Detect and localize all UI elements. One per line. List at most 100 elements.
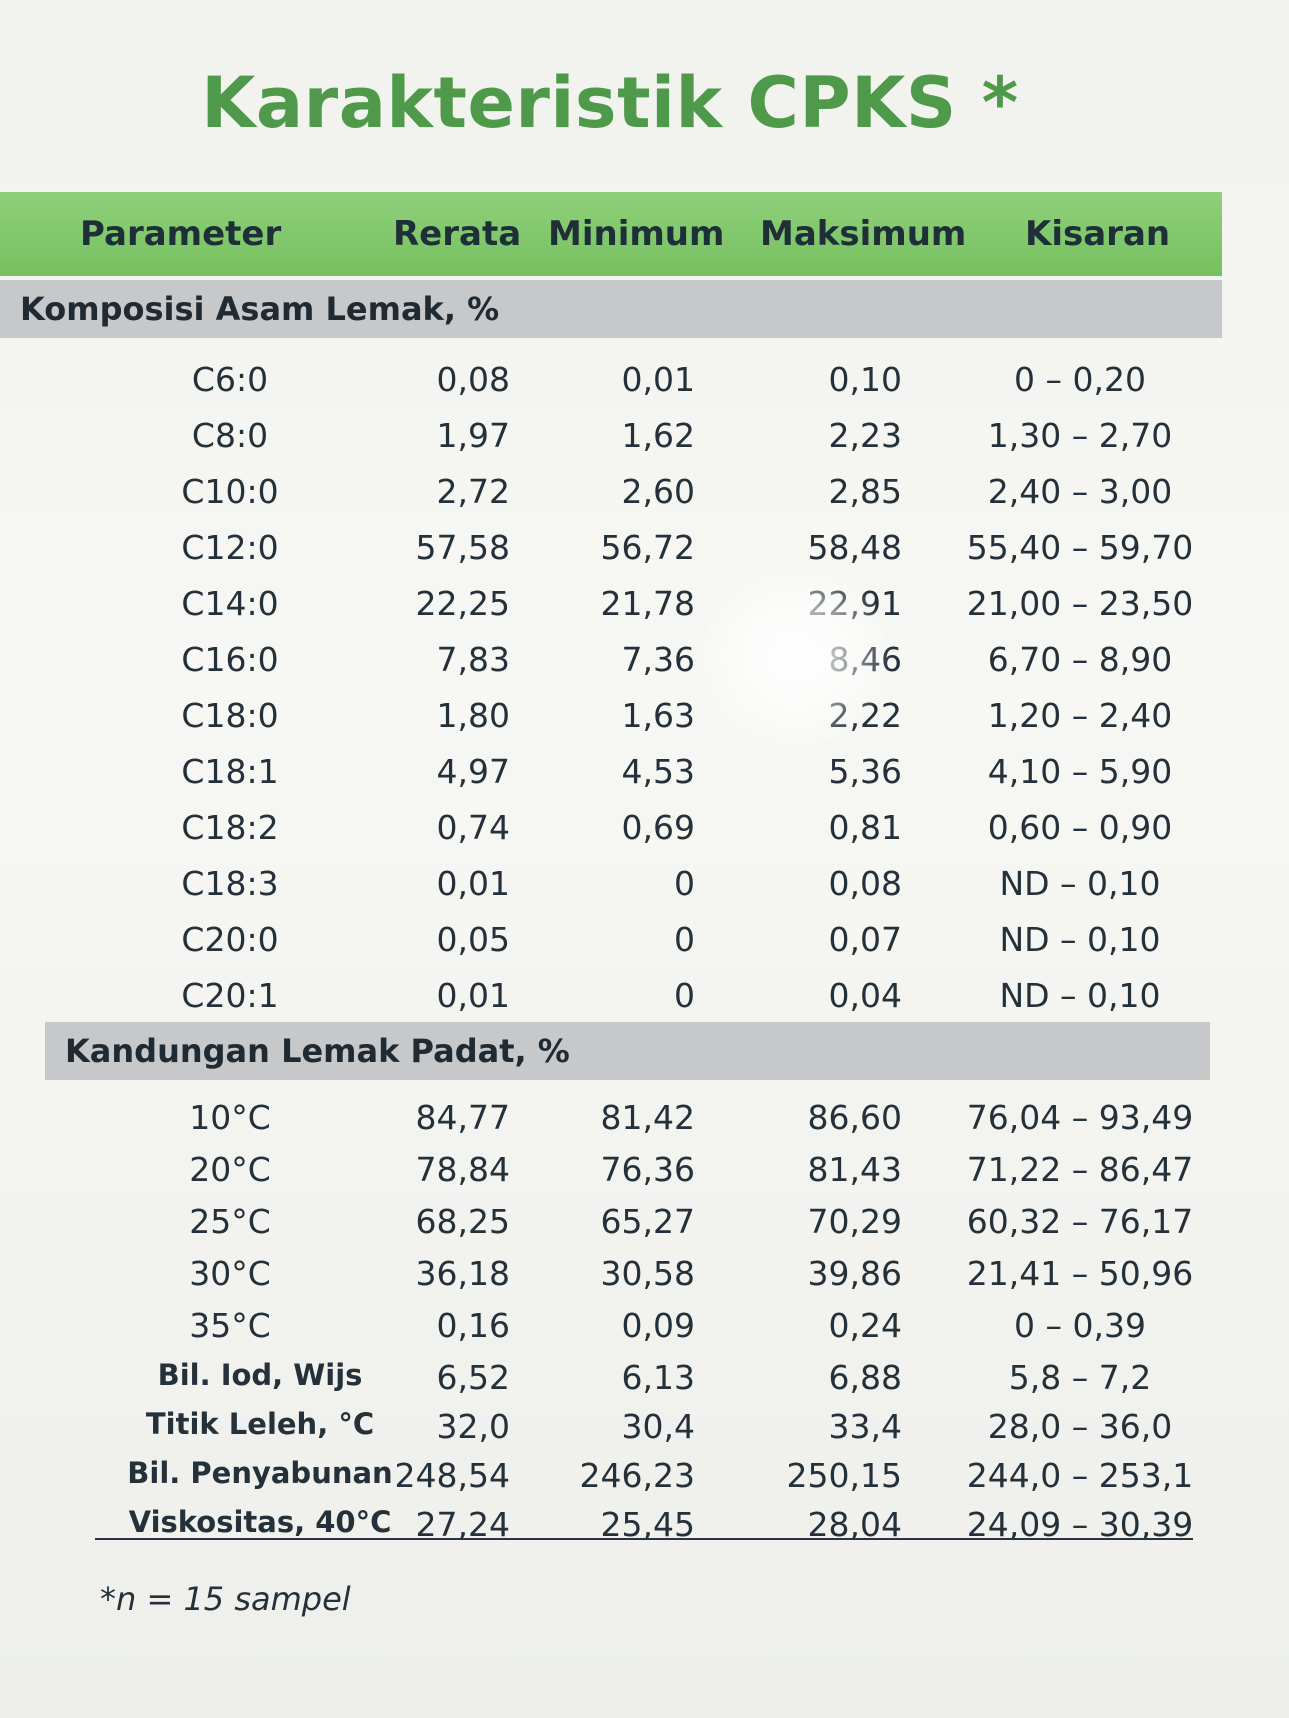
cell-parameter: C16:0 bbox=[181, 640, 279, 679]
col-header-minimum: Minimum bbox=[548, 214, 725, 254]
cell-rerata: 0,16 bbox=[436, 1306, 510, 1345]
table-row: C20:1 0,01 0 0,04 ND – 0,10 bbox=[0, 968, 1222, 1024]
cell-minimum: 1,63 bbox=[621, 696, 695, 735]
cell-rerata: 68,25 bbox=[415, 1202, 510, 1241]
col-header-rerata: Rerata bbox=[393, 214, 522, 254]
cell-parameter: C10:0 bbox=[181, 472, 279, 511]
cell-maksimum: 0,24 bbox=[828, 1306, 902, 1345]
cell-minimum: 1,62 bbox=[621, 416, 695, 455]
cell-maksimum: 2,85 bbox=[828, 472, 902, 511]
table-row: C18:01,801,632,221,20 – 2,40 bbox=[0, 688, 1222, 744]
cell-kisaran: ND – 0,10 bbox=[999, 976, 1161, 1015]
cell-kisaran: 0,60 – 0,90 bbox=[987, 808, 1173, 847]
cell-minimum: 30,4 bbox=[621, 1407, 695, 1446]
cell-parameter: C6:0 bbox=[191, 360, 269, 399]
cell-maksimum: 39,86 bbox=[807, 1254, 902, 1293]
cell-minimum: 76,36 bbox=[600, 1150, 695, 1189]
table-row: C18:2 0,74 0,69 0,81 0,60 – 0,90 bbox=[0, 800, 1222, 856]
cell-kisaran: 4,10 – 5,90 bbox=[987, 752, 1173, 791]
cell-maksimum: 33,4 bbox=[828, 1407, 902, 1446]
table-header: Parameter Rerata Minimum Maksimum Kisara… bbox=[0, 192, 1222, 276]
table-row: 25°C 68,25 65,27 70,29 60,32 – 76,17 bbox=[0, 1194, 1222, 1250]
table-bottom-rule bbox=[95, 1538, 1193, 1540]
cell-kisaran: 28,0 – 36,0 bbox=[987, 1407, 1173, 1446]
table-row: C18:3 0,01 0 0,08 ND – 0,10 bbox=[0, 856, 1222, 912]
cell-maksimum: 0,10 bbox=[828, 360, 902, 399]
cell-maksimum: 2,23 bbox=[828, 416, 902, 455]
cell-rerata: 0,01 bbox=[436, 976, 510, 1015]
cell-rerata: 1,80 bbox=[436, 696, 510, 735]
cell-minimum: 2,60 bbox=[621, 472, 695, 511]
cell-minimum: 81,42 bbox=[600, 1098, 695, 1137]
cell-parameter: C18:3 bbox=[181, 864, 279, 903]
cell-kisaran: 21,41 – 50,96 bbox=[966, 1254, 1194, 1293]
cell-kisaran: 71,22 – 86,47 bbox=[966, 1150, 1194, 1189]
cell-kisaran: 55,40 – 59,70 bbox=[966, 528, 1194, 567]
col-header-maksimum: Maksimum bbox=[760, 214, 967, 254]
cell-minimum: 0,69 bbox=[621, 808, 695, 847]
page-title: Karakteristik CPKS * bbox=[201, 62, 1019, 144]
cell-rerata: 22,25 bbox=[415, 584, 510, 623]
cell-parameter: C18:0 bbox=[181, 696, 279, 735]
cell-minimum: 0 bbox=[674, 920, 695, 959]
cell-rerata: 36,18 bbox=[415, 1254, 510, 1293]
table-row: 35°C 0,16 0,09 0,24 0 – 0,39 bbox=[0, 1298, 1222, 1354]
cell-maksimum: 0,07 bbox=[828, 920, 902, 959]
cell-parameter: C18:1 bbox=[181, 752, 279, 791]
cell-maksimum: 0,04 bbox=[828, 976, 902, 1015]
section-header: Komposisi Asam Lemak, % bbox=[0, 280, 1222, 338]
cell-parameter: C8:0 bbox=[191, 416, 269, 455]
cell-minimum: 30,58 bbox=[600, 1254, 695, 1293]
table-row: Viskositas, 40°C 27,24 25,45 28,04 24,09 – 3… bbox=[0, 1497, 1222, 1553]
cell-minimum: 0 bbox=[674, 864, 695, 903]
cell-rerata: 248,54 bbox=[394, 1456, 510, 1495]
cell-kisaran: 1,30 – 2,70 bbox=[987, 416, 1173, 455]
cell-kisaran: 244,0 – 253,1 bbox=[966, 1456, 1194, 1495]
cell-rerata: 32,0 bbox=[436, 1407, 510, 1446]
table-row: C14:022,2521,7822,9121,00 – 23,50 bbox=[0, 576, 1222, 632]
cell-kisaran: 76,04 – 93,49 bbox=[966, 1098, 1194, 1137]
cell-maksimum: 5,36 bbox=[828, 752, 902, 791]
cell-parameter: 25°C bbox=[189, 1202, 271, 1241]
section-label: Kandungan Lemak Padat, % bbox=[65, 1032, 570, 1070]
cell-minimum: 21,78 bbox=[600, 584, 695, 623]
cell-minimum: 56,72 bbox=[600, 528, 695, 567]
cell-parameter: C14:0 bbox=[181, 584, 279, 623]
cell-maksimum: 70,29 bbox=[807, 1202, 902, 1241]
cell-maksimum: 0,08 bbox=[828, 864, 902, 903]
cell-kisaran: 2,40 – 3,00 bbox=[987, 472, 1173, 511]
cell-rerata: 57,58 bbox=[415, 528, 510, 567]
cell-rerata: 84,77 bbox=[415, 1098, 510, 1137]
cell-parameter: C12:0 bbox=[181, 528, 279, 567]
table-row: 10°C 84,77 81,42 86,60 76,04 – 93,49 bbox=[0, 1090, 1222, 1146]
cell-kisaran: 1,20 – 2,40 bbox=[987, 696, 1173, 735]
table-row: C8:0 1,97 1,62 2,23 1,30 – 2,70 bbox=[0, 408, 1222, 464]
cell-parameter: 35°C bbox=[189, 1306, 271, 1345]
table-row: 20°C 78,84 76,36 81,43 71,22 – 86,47 bbox=[0, 1142, 1222, 1198]
cell-rerata: 0,01 bbox=[436, 864, 510, 903]
cell-minimum: 65,27 bbox=[600, 1202, 695, 1241]
footnote: *n = 15 sampel bbox=[100, 1580, 351, 1618]
cell-rerata: 1,97 bbox=[436, 416, 510, 455]
cell-maksimum: 250,15 bbox=[786, 1456, 902, 1495]
section-header: Kandungan Lemak Padat, % bbox=[45, 1022, 1210, 1080]
cell-minimum: 4,53 bbox=[621, 752, 695, 791]
cell-kisaran: 0 – 0,39 bbox=[1014, 1306, 1146, 1345]
document-sheet: Karakteristik CPKS * Parameter Rerata Mi… bbox=[0, 0, 1289, 1718]
cell-kisaran: 60,32 – 76,17 bbox=[966, 1202, 1194, 1241]
table-row: Bil. Penyabunan 248,54 246,23 250,15 244,0 –… bbox=[0, 1448, 1222, 1504]
cell-maksimum: 6,88 bbox=[828, 1358, 902, 1397]
cell-maksimum: 86,60 bbox=[807, 1098, 902, 1137]
cell-rerata: 4,97 bbox=[436, 752, 510, 791]
section-label: Komposisi Asam Lemak, % bbox=[20, 290, 500, 328]
cell-parameter: C18:2 bbox=[181, 808, 279, 847]
cell-minimum: 0,01 bbox=[621, 360, 695, 399]
cell-kisaran: 21,00 – 23,50 bbox=[966, 584, 1194, 623]
table-row: C18:1 4,97 4,53 5,36 4,10 – 5,90 bbox=[0, 744, 1222, 800]
cell-rerata: 78,84 bbox=[415, 1150, 510, 1189]
table-row: C6:0 0,08 0,01 0,10 0 – 0,20 bbox=[0, 352, 1222, 408]
photo-glare bbox=[700, 560, 890, 750]
cell-maksimum: 81,43 bbox=[807, 1150, 902, 1189]
cell-parameter: 20°C bbox=[189, 1150, 271, 1189]
cell-parameter: 10°C bbox=[189, 1098, 271, 1137]
